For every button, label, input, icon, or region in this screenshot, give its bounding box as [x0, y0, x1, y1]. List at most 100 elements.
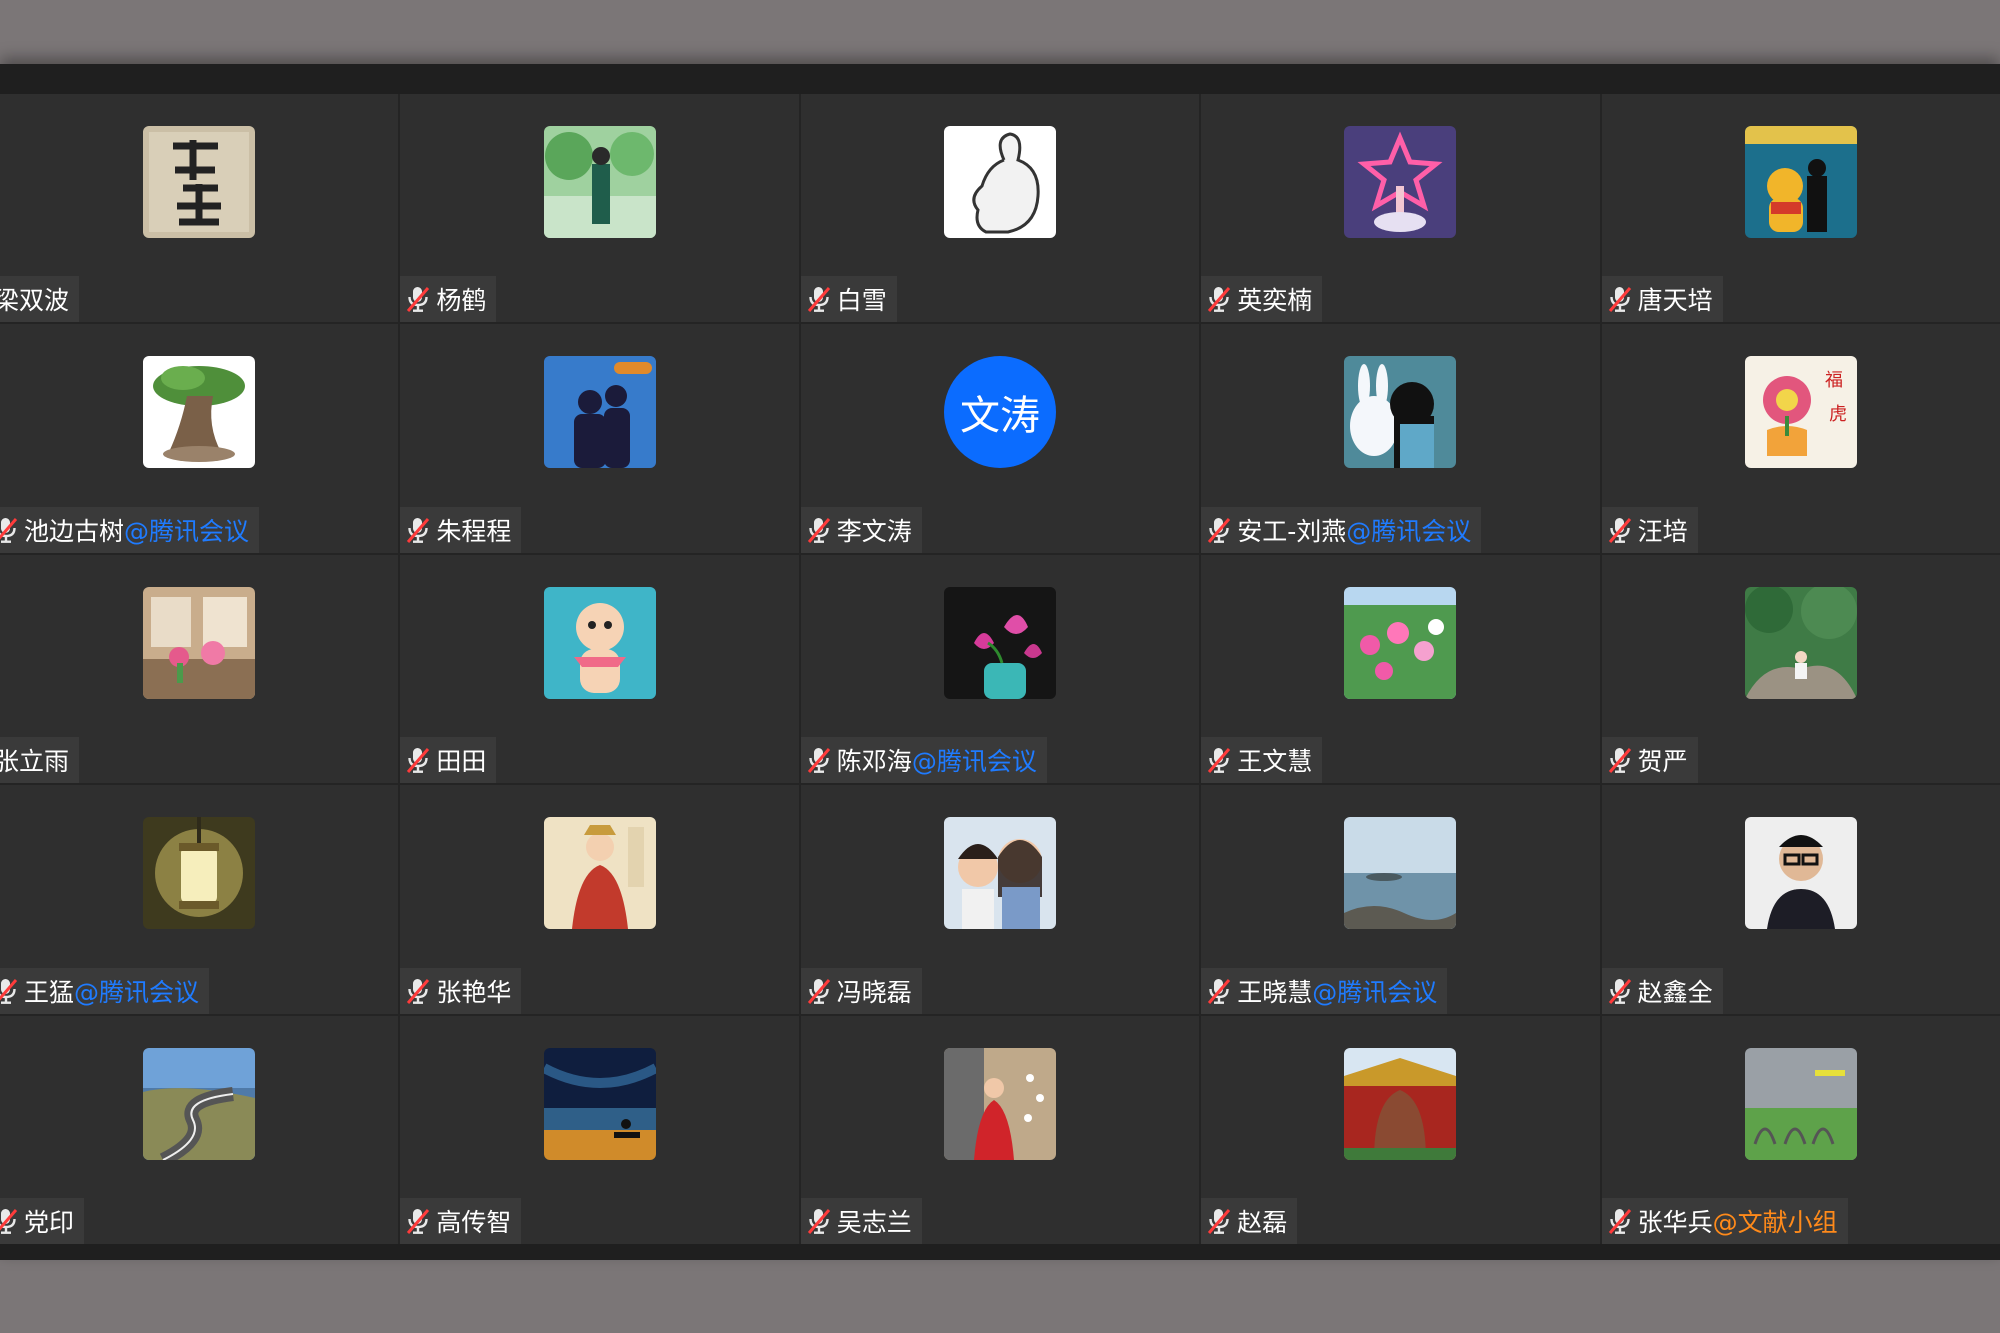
mother-daughter-photo	[943, 817, 1056, 930]
avatar-initials: 文涛	[959, 393, 1040, 440]
muted-mic-icon	[1608, 285, 1632, 313]
participant-name: 张立雨	[0, 747, 70, 777]
participant-tile[interactable]: 白雪	[800, 94, 1200, 323]
participant-name-text: 池边古树@腾讯会议	[24, 512, 249, 548]
participant-name-text: 冯晓磊	[837, 973, 912, 1009]
muted-mic-icon	[1207, 516, 1231, 544]
participant-name-bar: 朱程程	[400, 506, 522, 553]
muted-mic-icon	[406, 285, 430, 313]
participant-tile[interactable]: 梁双波	[0, 94, 399, 323]
participant-name: 贺严	[1637, 747, 1688, 777]
muted-mic-icon	[406, 977, 430, 1005]
participant-tile[interactable]: 朱程程	[400, 324, 799, 553]
participant-tile[interactable]: 张华兵@文献小组	[1601, 1015, 2000, 1244]
participant-name: 杨鹤	[436, 286, 487, 316]
participant-name: 梁双波	[0, 286, 70, 316]
participant-name: 王晓慧	[1237, 977, 1313, 1007]
participant-name-text: 唐天培	[1638, 281, 1713, 317]
participant-name: 英奕楠	[1237, 286, 1313, 316]
participant-tile[interactable]: 田田	[400, 554, 799, 784]
participant-tile[interactable]: 唐天培	[1601, 94, 2000, 323]
sunset-bench-photo	[543, 1047, 656, 1160]
participant-name: 高传智	[436, 1207, 512, 1237]
woman-garden-photo	[543, 126, 656, 238]
muted-mic-icon	[1207, 285, 1231, 313]
participant-tile[interactable]: 英奕楠	[1201, 94, 1600, 323]
participant-gallery-grid: 梁双波 杨鹤 白雪 英奕楠 唐天培 池边古树@腾讯会议 朱程程 文涛 李文涛 安工-刘燕@腾讯会议…	[0, 94, 2000, 1244]
participant-tile[interactable]: 王晓慧@腾讯会议	[1201, 785, 1600, 1014]
participant-name: 朱程程	[436, 516, 512, 546]
muted-mic-icon	[1207, 977, 1231, 1005]
participant-tile[interactable]: 冯晓磊	[800, 785, 1200, 1014]
muted-mic-icon	[0, 1207, 18, 1235]
coastal-road-photo	[143, 1047, 256, 1160]
historical-figure-painting	[543, 817, 656, 930]
muted-mic-icon	[807, 285, 831, 313]
muted-mic-icon	[1608, 1207, 1632, 1235]
participant-name-bar: 赵鑫全	[1601, 967, 1723, 1014]
participant-name-bar: 汪培	[1601, 506, 1698, 553]
participant-name-text: 王晓慧@腾讯会议	[1237, 973, 1437, 1009]
participant-tile[interactable]: 高传智	[400, 1015, 799, 1244]
green-lawn-photo	[1744, 1047, 1857, 1160]
participant-name-text: 吴志兰	[837, 1203, 912, 1239]
muted-mic-icon	[1207, 746, 1231, 774]
participant-name-bar: 田田	[400, 737, 497, 784]
participant-tile[interactable]: 赵磊	[1201, 1015, 1600, 1244]
participant-tile[interactable]: 赵鑫全	[1601, 785, 2000, 1014]
muted-mic-icon	[807, 1207, 831, 1235]
participant-tile[interactable]: 张艳华	[400, 785, 799, 1014]
participant-name-bar: 英奕楠	[1201, 276, 1323, 323]
participant-name-bar: 高传智	[400, 1197, 522, 1244]
muted-mic-icon	[1207, 1207, 1231, 1235]
muted-mic-icon	[0, 977, 18, 1005]
participant-tile[interactable]: 王猛@腾讯会议	[0, 785, 399, 1014]
participant-name-text: 安工-刘燕@腾讯会议	[1237, 512, 1471, 548]
participant-tile[interactable]: 安工-刘燕@腾讯会议	[1201, 324, 1600, 553]
participant-name: 汪培	[1637, 516, 1688, 546]
participant-name-text: 白雪	[837, 281, 887, 317]
participant-tile[interactable]: 王文慧	[1201, 554, 1600, 784]
meeting-window: 梁双波 杨鹤 白雪 英奕楠 唐天培 池边古树@腾讯会议 朱程程 文涛 李文涛 安工-刘燕@腾讯会议…	[0, 64, 2000, 1260]
text-initials-avatar: 文涛	[943, 356, 1056, 469]
participant-name-text: 陈邓海@腾讯会议	[837, 742, 1037, 778]
participant-name: 张华兵	[1637, 1207, 1713, 1237]
participant-name-text: 张华兵@文献小组	[1638, 1203, 1838, 1239]
participant-name-text: 田田	[436, 742, 486, 778]
participant-name: 唐天培	[1637, 286, 1713, 316]
participant-name: 王文慧	[1237, 747, 1313, 777]
participant-tile[interactable]: 党印	[0, 1015, 399, 1244]
muted-mic-icon	[1608, 746, 1632, 774]
svg-text:虎: 虎	[1829, 404, 1847, 425]
participant-tile[interactable]: 陈邓海@腾讯会议	[800, 554, 1200, 784]
muted-mic-icon	[1608, 977, 1632, 1005]
participant-name-text: 贺严	[1638, 742, 1688, 778]
winnie-pooh-image	[1744, 126, 1857, 238]
participant-tile[interactable]: 福虎汪培	[1601, 324, 2000, 553]
muted-mic-icon	[807, 746, 831, 774]
participant-name-text: 李文涛	[837, 512, 912, 548]
participant-name: 陈邓海	[836, 747, 912, 777]
muted-mic-icon	[807, 977, 831, 1005]
participant-tile[interactable]: 杨鹤	[400, 94, 799, 323]
participant-name: 赵鑫全	[1637, 977, 1713, 1007]
participant-tile[interactable]: 吴志兰	[800, 1015, 1200, 1244]
muted-mic-icon	[406, 746, 430, 774]
participant-name-bar: 张华兵@文献小组	[1601, 1197, 1848, 1244]
participant-name-bar: 王猛@腾讯会议	[0, 967, 210, 1014]
participant-tile[interactable]: 文涛李文涛	[800, 324, 1200, 553]
participant-name-text: 赵鑫全	[1638, 973, 1713, 1009]
participant-tile[interactable]: 贺严	[1601, 554, 2000, 784]
participant-org-suffix: @腾讯会议	[911, 747, 1037, 777]
participant-name: 王猛	[24, 977, 75, 1007]
participant-tile[interactable]: 池边古树@腾讯会议	[0, 324, 399, 553]
participant-name: 赵磊	[1237, 1207, 1288, 1237]
participant-name: 党印	[24, 1207, 75, 1237]
muted-mic-icon	[406, 1207, 430, 1235]
participant-org-suffix: @文献小组	[1712, 1207, 1838, 1237]
participant-name-bar: 唐天培	[1601, 276, 1723, 323]
participant-tile[interactable]: 张立雨	[0, 554, 399, 784]
participant-name: 白雪	[836, 286, 887, 316]
flowers-room-photo	[143, 586, 256, 699]
participant-name-bar: 安工-刘燕@腾讯会议	[1201, 506, 1482, 553]
